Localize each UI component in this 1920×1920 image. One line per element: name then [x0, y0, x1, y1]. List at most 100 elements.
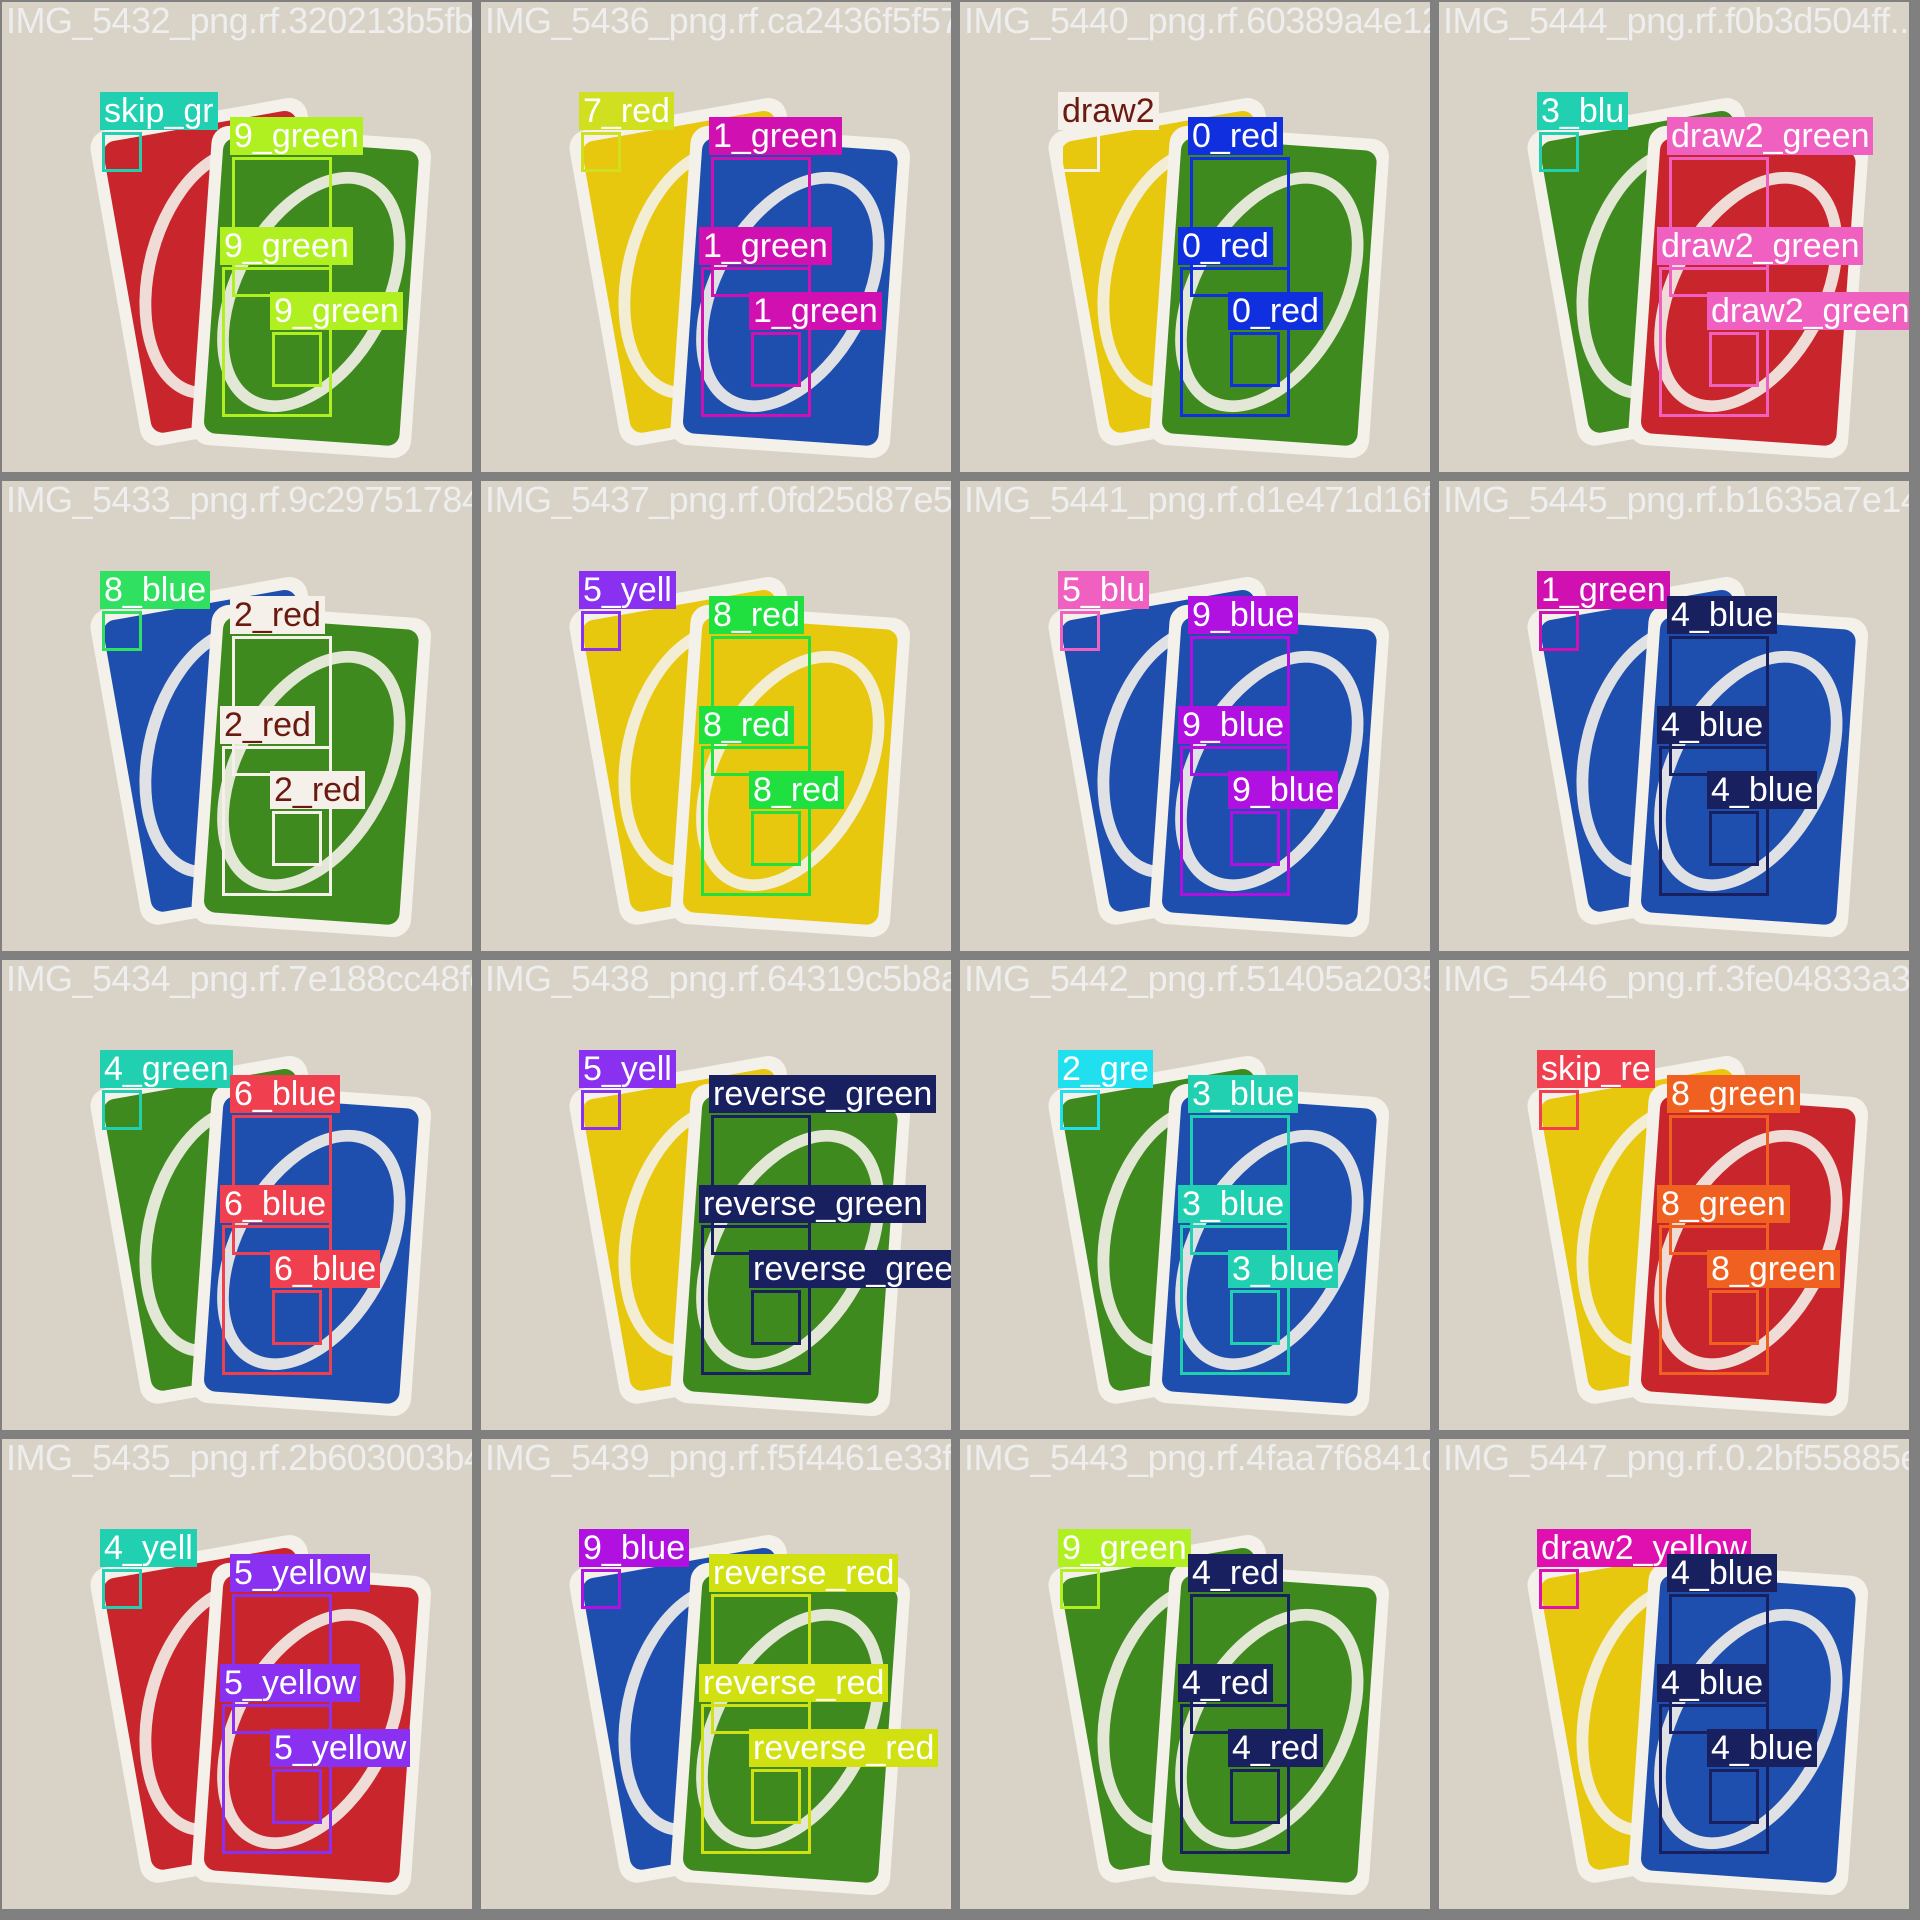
detection-label: 1_green: [699, 227, 832, 265]
detection-label: 9_blue: [1188, 596, 1299, 634]
tile-title: IMG_5434_png.rf.7e188cc48fd6...: [6, 960, 472, 999]
detection-label: draw2_green: [1707, 292, 1909, 330]
detection-label: 8_red: [709, 596, 804, 634]
detection-label: 2_gre: [1058, 1050, 1153, 1088]
detection-label: 0_red: [1178, 227, 1273, 265]
bounding-box: [1709, 811, 1759, 866]
detection-label: 5_yell: [579, 1050, 676, 1088]
bounding-box: [581, 611, 621, 651]
detection-label: 4_red: [1228, 1729, 1323, 1767]
bounding-box: [102, 1569, 142, 1609]
detection-label: 4_blue: [1707, 1729, 1818, 1767]
image-tile: IMG_5433_png.rf.9c29751784c... 8_blue 2_re…: [2, 481, 472, 951]
image-tile: IMG_5436_png.rf.ca2436f5f57f8... 7_red 1_g…: [481, 2, 951, 472]
detection-label: 2_red: [220, 706, 315, 744]
detection-label: skip_re: [1537, 1050, 1655, 1088]
bounding-box: [581, 1569, 621, 1609]
bounding-box: [102, 132, 142, 172]
bounding-box: [581, 132, 621, 172]
image-tile: IMG_5440_png.rf.60389a4e12e4... draw2 0_re…: [960, 2, 1430, 472]
tile-title: IMG_5438_png.rf.64319c5b8a4e...: [485, 960, 951, 999]
bounding-box: [1539, 611, 1579, 651]
detection-label: 9_green: [270, 292, 403, 330]
bounding-box: [751, 332, 801, 387]
tile-title: IMG_5440_png.rf.60389a4e12e4...: [964, 2, 1430, 41]
detection-label: 2_red: [230, 596, 325, 634]
tile-title: IMG_5447_png.rf.0.2bf55885e...: [1443, 1439, 1909, 1478]
detection-label: 9_blue: [1178, 706, 1289, 744]
detection-label: 8_blue: [100, 571, 211, 609]
detection-mosaic: IMG_5432_png.rf.320213b5fba4c... skip_gr 9…: [0, 0, 1920, 1920]
image-tile: IMG_5444_png.rf.f0b3d504ff... 3_blu draw2_…: [1439, 2, 1909, 472]
detection-label: 4_blue: [1707, 771, 1818, 809]
bounding-box: [581, 1090, 621, 1130]
tile-title: IMG_5445_png.rf.b1635a7e14ff...: [1443, 481, 1909, 520]
bounding-box: [1230, 1769, 1280, 1824]
tile-title: IMG_5435_png.rf.2b603003b4f6...: [6, 1439, 472, 1478]
bounding-box: [751, 1290, 801, 1345]
detection-label: 8_green: [1657, 1185, 1790, 1223]
detection-label: 8_red: [699, 706, 794, 744]
detection-label: reverse_green: [699, 1185, 927, 1223]
tile-title: IMG_5433_png.rf.9c29751784c...: [6, 481, 472, 520]
detection-label: 5_yell: [579, 571, 676, 609]
detection-label: 5_blu: [1058, 571, 1150, 609]
bounding-box: [1539, 1090, 1579, 1130]
image-tile: IMG_5445_png.rf.b1635a7e14ff... 1_green 4_…: [1439, 481, 1909, 951]
bounding-box: [1539, 1569, 1579, 1609]
image-tile: IMG_5447_png.rf.0.2bf55885e... draw2_yell…: [1439, 1439, 1909, 1909]
detection-label: 0_red: [1228, 292, 1323, 330]
bounding-box: [751, 1769, 801, 1824]
bounding-box: [1709, 1769, 1759, 1824]
detection-label: 9_blue: [579, 1529, 690, 1567]
bounding-box: [1230, 1290, 1280, 1345]
bounding-box: [272, 811, 322, 866]
bounding-box: [1709, 332, 1759, 387]
detection-label: 9_green: [220, 227, 353, 265]
detection-label: 8_green: [1707, 1250, 1840, 1288]
detection-label: 4_blue: [1667, 1554, 1778, 1592]
bounding-box: [102, 1090, 142, 1130]
detection-label: reverse_red: [709, 1554, 899, 1592]
bounding-box: [272, 1769, 322, 1824]
detection-label: reverse_red: [699, 1664, 889, 1702]
detection-label: 5_yellow: [220, 1664, 361, 1702]
tile-title: IMG_5442_png.rf.51405a2035de...: [964, 960, 1430, 999]
image-tile: IMG_5439_png.rf.f5f4461e33f13... 9_bluere…: [481, 1439, 951, 1909]
tile-title: IMG_5432_png.rf.320213b5fba4c...: [6, 2, 472, 41]
tile-title: IMG_5436_png.rf.ca2436f5f57f8...: [485, 2, 951, 41]
detection-label: 8_red: [749, 771, 844, 809]
tile-title: IMG_5446_png.rf.3fe04833a3...: [1443, 960, 1909, 999]
detection-label: 4_blue: [1657, 706, 1768, 744]
detection-label: 3_blue: [1178, 1185, 1289, 1223]
image-tile: IMG_5432_png.rf.320213b5fba4c... skip_gr 9…: [2, 2, 472, 472]
bounding-box: [1230, 332, 1280, 387]
detection-label: 8_green: [1667, 1075, 1800, 1113]
bounding-box: [102, 611, 142, 651]
image-tile: IMG_5437_png.rf.0fd25d87e5ef9... 5_yell 8_…: [481, 481, 951, 951]
image-tile: IMG_5441_png.rf.d1e471d16f9d... 5_blu 9_bl…: [960, 481, 1430, 951]
image-tile: IMG_5442_png.rf.51405a2035de... 2_gre 3_bl…: [960, 960, 1430, 1430]
detection-label: draw2_green: [1657, 227, 1864, 265]
detection-label: 5_yellow: [230, 1554, 371, 1592]
detection-label: 1_green: [749, 292, 882, 330]
detection-label: draw2_green: [1667, 117, 1874, 155]
detection-label: 4_red: [1178, 1664, 1273, 1702]
image-tile: IMG_5438_png.rf.64319c5b8a4e... 5_yellrev…: [481, 960, 951, 1430]
image-tile: IMG_5446_png.rf.3fe04833a3... skip_re 8_gr…: [1439, 960, 1909, 1430]
bounding-box: [1230, 811, 1280, 866]
detection-label: 2_red: [270, 771, 365, 809]
tile-title: IMG_5439_png.rf.f5f4461e33f13...: [485, 1439, 951, 1478]
tile-title: IMG_5441_png.rf.d1e471d16f9d...: [964, 481, 1430, 520]
detection-label: 1_green: [709, 117, 842, 155]
detection-label: 1_green: [1537, 571, 1670, 609]
tile-title: IMG_5444_png.rf.f0b3d504ff...: [1443, 2, 1909, 41]
image-tile: IMG_5443_png.rf.4faa7f6841d5...9_green4_…: [960, 1439, 1430, 1909]
detection-label: 4_green: [100, 1050, 233, 1088]
bounding-box: [272, 332, 322, 387]
detection-label: 4_yell: [100, 1529, 197, 1567]
detection-label: 3_blue: [1188, 1075, 1299, 1113]
bounding-box: [1709, 1290, 1759, 1345]
image-tile: IMG_5435_png.rf.2b603003b4f6... 4_yell 5_y…: [2, 1439, 472, 1909]
tile-title: IMG_5437_png.rf.0fd25d87e5ef9...: [485, 481, 951, 520]
